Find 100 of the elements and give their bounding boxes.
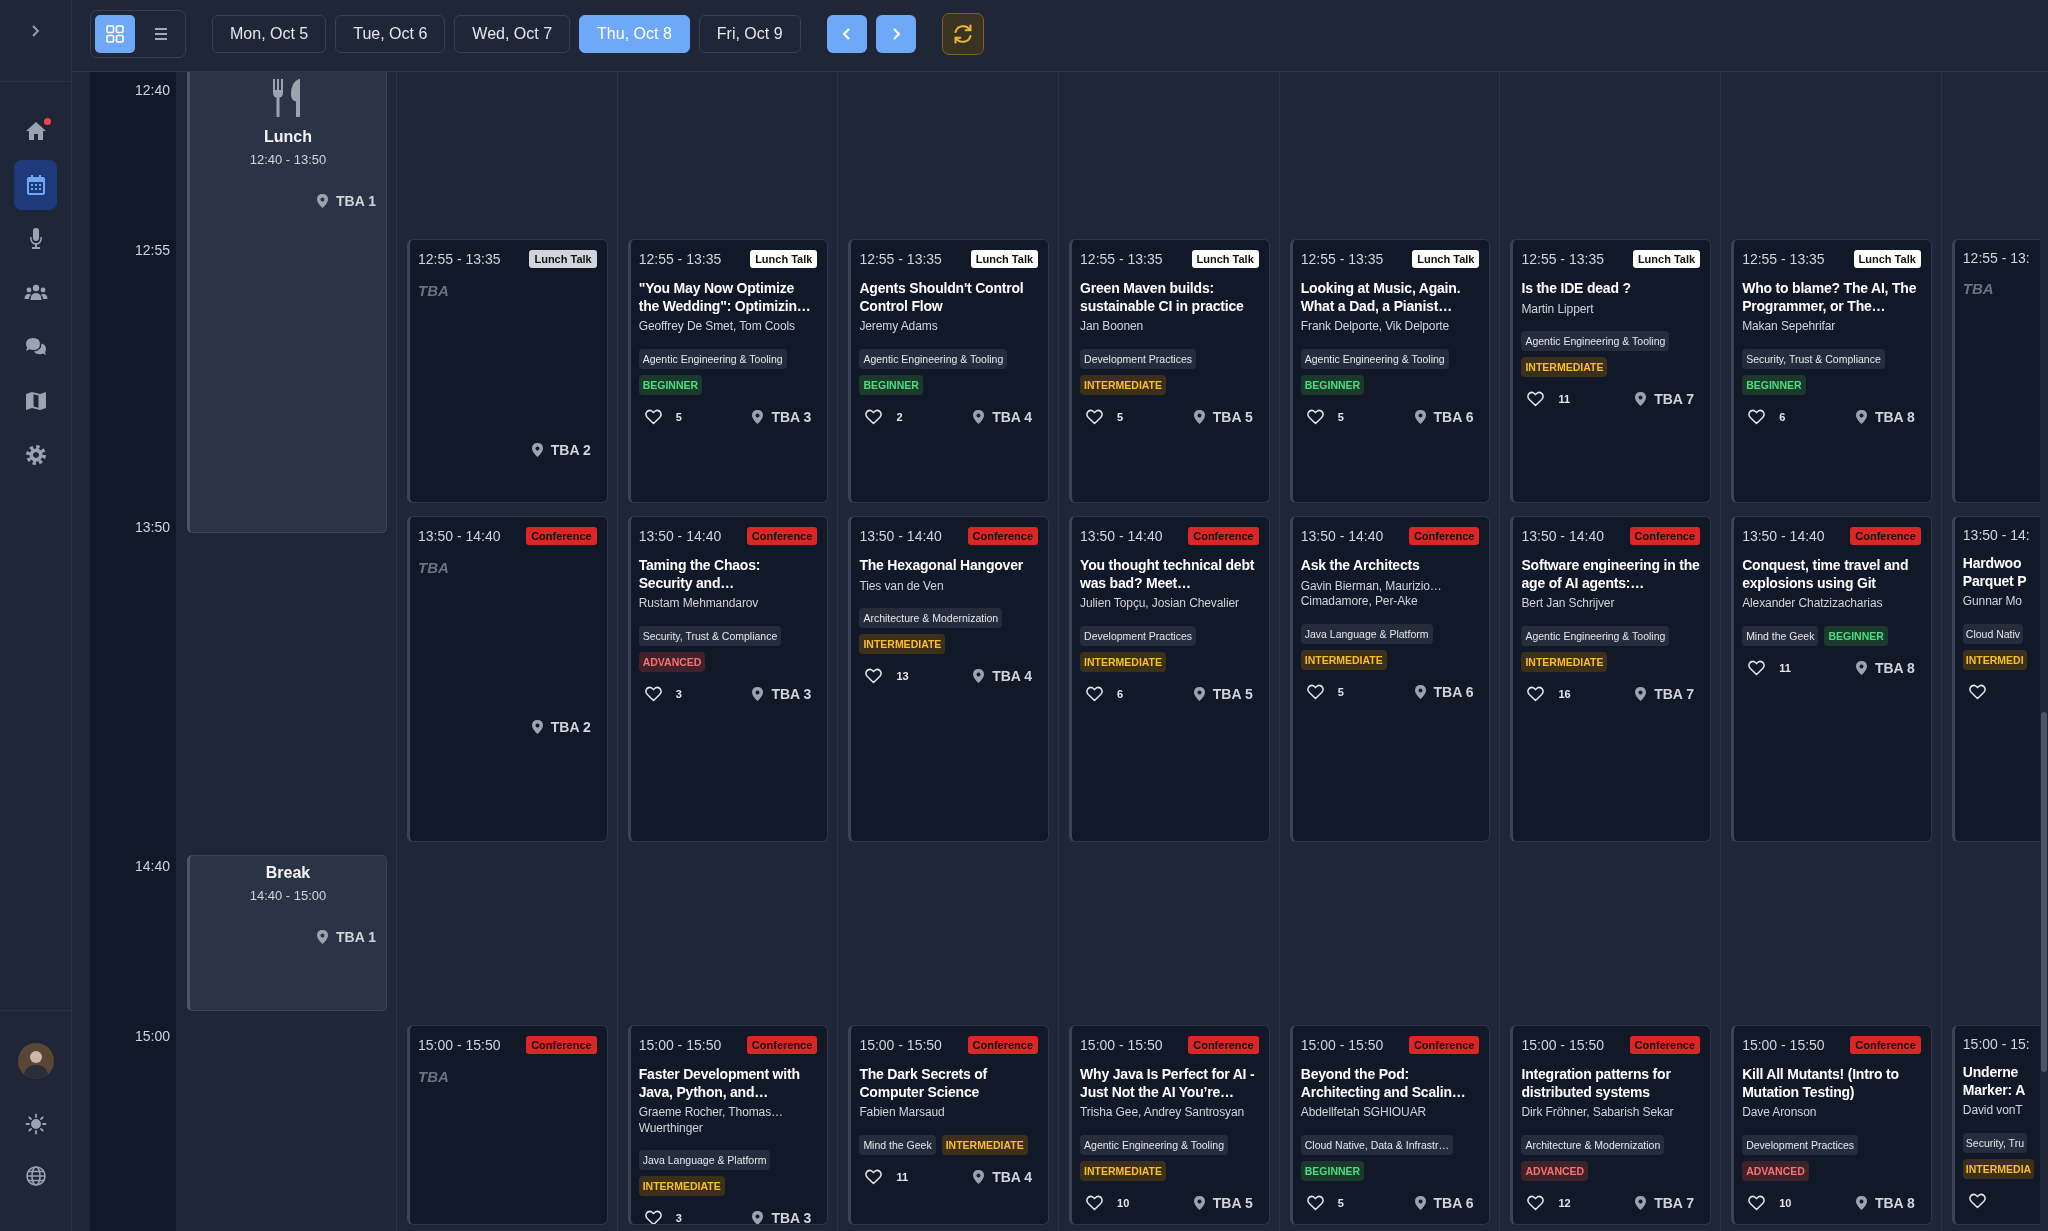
session-card[interactable]: 12:55 - 13:35 Lunch Talk Is the IDE dead ? Martin Lippert Agentic Engineering & Tooling INTERMEDIATE 11 TBA 7 <box>1510 239 1712 503</box>
difficulty-chip: INTERMEDIATE <box>1521 357 1608 378</box>
room-label: TBA 7 <box>1654 391 1695 408</box>
session-card[interactable]: 12:55 - 13:35 Lunch Talk TBA TBA 2 <box>407 239 608 503</box>
session-card[interactable]: 12:55 - 13:35 Lunch Talk Looking at Music, Again. What a Dad, a Pianist… Frank Delporte, Vik Delporte Agentic Engineering & Tooling BEGINNER 5 TBA 6 <box>1289 239 1491 503</box>
room-label: TBA 3 <box>771 685 812 702</box>
track-chip: Agentic Engineering & Tooling <box>859 348 1008 369</box>
time-label: 15:00 <box>134 1027 171 1044</box>
heart-icon <box>1748 659 1766 676</box>
favorite-button[interactable] <box>1086 408 1104 425</box>
like-count: 10 <box>1779 1196 1792 1209</box>
track-chip: Cloud Native, Data & Infrastr… <box>1300 1134 1453 1155</box>
favorite-button[interactable] <box>644 1210 662 1224</box>
session-card[interactable]: 15:00 - 15:50 Conference TBA <box>407 1025 608 1225</box>
heart-icon <box>865 668 883 685</box>
session-card[interactable]: 13:50 - 14:40 Conference Conquest, time travel and explosions using Git Alexander Chatzizacharias Mind the Geek BEGINNER 11 TBA 8 <box>1731 516 1932 842</box>
difficulty-chip: BEGINNER <box>859 374 923 395</box>
room-label: TBA 3 <box>771 1210 812 1224</box>
session-card[interactable]: 13:50 - 14:40 Conference Ask the Architects Gavin Bierman, Maurizio… Cimadamore, Per-Ake Java Language & Platform INTERMEDIATE 5 TBA 6 <box>1289 516 1491 842</box>
day-tab[interactable]: Wed, Oct 7 <box>454 14 571 53</box>
session-card[interactable]: 13:50 - 14:40 Conference Taming the Chaos: Security and… Rustam Mehmandarov Security, Trust & Compliance ADVANCED 3 TBA 3 <box>627 516 829 842</box>
session-card[interactable]: 13:50 - 14: Hardwoo Parquet P Gunnar Mo Cloud Nativ INTERMEDI <box>1951 516 2040 842</box>
location-pin-icon <box>1855 660 1867 675</box>
day-tab[interactable]: Tue, Oct 6 <box>335 14 446 53</box>
grid-icon <box>105 23 125 44</box>
time-label: 14:40 <box>134 857 171 874</box>
favorite-button[interactable] <box>1748 1194 1766 1211</box>
refresh-button[interactable] <box>941 12 984 55</box>
favorite-button[interactable] <box>644 685 662 702</box>
difficulty-chip: BEGINNER <box>1300 374 1365 395</box>
favorite-button[interactable] <box>1086 685 1104 702</box>
break-title: Break <box>265 864 311 882</box>
session-card[interactable]: 12:55 - 13:35 Lunch Talk Green Maven builds: sustainable CI in practice Jan Boonen Development Practices INTERMEDIATE 5 TBA 5 <box>1069 239 1270 503</box>
room-label: TBA 5 <box>1212 1194 1253 1211</box>
favorite-button[interactable] <box>1968 1192 1986 1209</box>
favorite-button[interactable] <box>1748 659 1766 676</box>
speaker-names: Rustam Mehmandarov <box>638 596 760 612</box>
speaker-names: Jan Boonen <box>1080 319 1145 335</box>
session-card[interactable]: 15:00 - 15:50 Conference Kill All Mutants! (Intro to Mutation Testing) Dave Aronson Development Practices ADVANCED 10 TBA 8 <box>1731 1025 1932 1225</box>
speaker-names: Julien Topçu, Josian Chevalier <box>1080 596 1240 612</box>
session-title: Conquest, time travel and explosions using Git <box>1742 557 1910 592</box>
favorite-button[interactable] <box>1527 685 1545 702</box>
session-card[interactable]: 13:50 - 14:40 Conference You thought technical debt was bad? Meet… Julien Topçu, Josian Chevalier Development Practices INTERMEDIATE 6 TBA 5 <box>1069 516 1270 842</box>
map-icon <box>23 389 48 413</box>
location-pin-icon <box>973 1169 985 1184</box>
track-chip: Development Practices <box>1080 625 1197 646</box>
favorite-button[interactable] <box>1306 1194 1324 1211</box>
speaker-names: Trisha Gee, Andrey Santrosyan <box>1080 1105 1246 1121</box>
speaker-names: Makan Sepehrifar <box>1742 319 1837 335</box>
location-pin-icon <box>1635 686 1647 701</box>
session-title: Agents Shouldn't Control Control Flow <box>859 280 1025 315</box>
session-card[interactable]: 12:55 - 13:35 Lunch Talk Agents Shouldn't Control Control Flow Jeremy Adams Agentic Engineering & Tooling BEGINNER 2 TBA 4 <box>848 239 1050 503</box>
favorite-button[interactable] <box>1306 683 1324 700</box>
session-card[interactable]: 15:00 - 15: Underne Marker: A David vonT Security, Tru INTERMEDIA <box>1951 1025 2040 1225</box>
session-card[interactable]: 12:55 - 13: TBA <box>1951 239 2040 503</box>
session-title: Green Maven builds: sustainable CI in practice <box>1080 280 1245 315</box>
like-count: 12 <box>1558 1196 1571 1209</box>
day-tab[interactable]: Fri, Oct 9 <box>698 14 801 53</box>
favorite-button[interactable] <box>1748 408 1766 425</box>
nav-item[interactable] <box>14 160 57 210</box>
session-card[interactable]: 15:00 - 15:50 Conference The Dark Secrets of Computer Science Fabien Marsaud Mind the Geek INTERMEDIATE 11 TBA 4 <box>848 1025 1050 1225</box>
day-tab[interactable]: Mon, Oct 5 <box>212 14 327 53</box>
session-card[interactable]: 13:50 - 14:40 Conference TBA TBA 2 <box>407 516 608 842</box>
grid-view-button[interactable] <box>95 14 135 53</box>
track-chip: Mind the Geek <box>859 1134 936 1155</box>
favorite-button[interactable] <box>865 1168 883 1185</box>
session-card[interactable]: 12:55 - 13:35 Lunch Talk "You May Now Optimize the Wedding": Optimizin… Geoffrey De Smet, Tom Cools Agentic Engineering & Tooling BEGINNER 5 TBA 3 <box>627 239 829 503</box>
room-label: TBA 5 <box>1212 685 1253 702</box>
track-chip: Development Practices <box>1080 348 1197 369</box>
favorite-button[interactable] <box>865 408 883 425</box>
session-card[interactable]: 15:00 - 15:50 Conference Faster Development with Java, Python, and… Graeme Rocher, Thomas… Wuerthinger Java Language & Platform INTERMEDIATE 3 TBA 3 <box>627 1025 829 1225</box>
session-title: TBA <box>418 559 450 576</box>
track-chip: Mind the Geek <box>1742 625 1819 646</box>
session-type-label: Conference <box>1408 527 1480 545</box>
session-time: 15:00 - 15:50 <box>1300 1037 1384 1053</box>
next-button[interactable] <box>875 14 916 53</box>
favorite-button[interactable] <box>1086 1194 1104 1211</box>
session-card[interactable]: 15:00 - 15:50 Conference Beyond the Pod: Architecting and Scalin… Abdellfetah SGHIOUAR Cloud Native, Data & Infrastr… BEGINNER 5 TBA 6 <box>1289 1025 1491 1225</box>
difficulty-chip: INTERMEDIATE <box>1521 651 1608 672</box>
favorite-button[interactable] <box>644 408 662 425</box>
session-card[interactable]: 12:55 - 13:35 Lunch Talk Who to blame? The AI, The Programmer, or The… Makan Sepehrifar Security, Trust & Compliance BEGINNER 6 TBA 8 <box>1731 239 1932 503</box>
location-pin-icon <box>531 443 543 457</box>
heart-icon <box>644 685 662 702</box>
globe-icon <box>24 1165 47 1187</box>
heart-icon <box>1306 1194 1324 1211</box>
session-card[interactable]: 13:50 - 14:40 Conference The Hexagonal Hangover Ties van de Ven Architecture & Modernization INTERMEDIATE 13 TBA 4 <box>848 516 1050 842</box>
avatar[interactable] <box>17 1043 54 1079</box>
session-card[interactable]: 13:50 - 14:40 Conference Software engineering in the age of AI agents:… Bert Jan Schrijver Agentic Engineering & Tooling INTERMEDIATE 16 TBA 7 <box>1510 516 1712 842</box>
favorite-button[interactable] <box>1527 1194 1545 1211</box>
favorite-button[interactable] <box>865 668 883 685</box>
session-title: Integration patterns for distributed systems <box>1521 1066 1672 1101</box>
favorite-button[interactable] <box>1527 391 1545 408</box>
previous-button[interactable] <box>826 14 867 53</box>
difficulty-chip: ADVANCED <box>638 651 706 672</box>
difficulty-chip: ADVANCED <box>1521 1160 1589 1181</box>
session-card[interactable]: 15:00 - 15:50 Conference Why Java Is Perfect for AI - Just Not the AI You’re… Trisha Gee, Andrey Santrosyan Agentic Engineering & Tooling INTERMEDIATE 10 TBA 5 <box>1069 1025 1270 1225</box>
sun-icon <box>24 1113 47 1135</box>
favorite-button[interactable] <box>1306 408 1324 425</box>
favorite-button[interactable] <box>1968 683 1986 700</box>
session-card[interactable]: 15:00 - 15:50 Conference Integration patterns for distributed systems Dirk Fröhner, Sabarish Sekar Architecture & Modernization ADVANCED 12 TBA 7 <box>1510 1025 1712 1225</box>
